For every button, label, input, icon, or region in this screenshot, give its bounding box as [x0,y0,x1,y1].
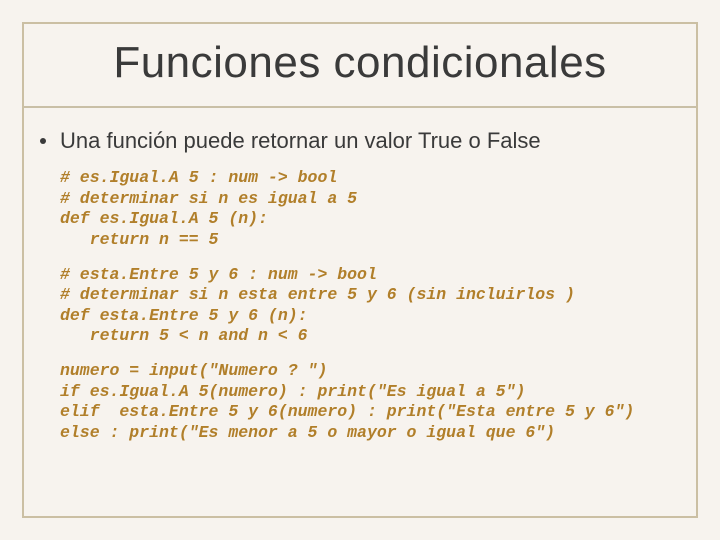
bullet-item: Una función puede retornar un valor True… [38,128,682,154]
slide-body: Una función puede retornar un valor True… [24,128,696,444]
code-block-1: # es.Igual.A 5 : num -> bool # determina… [60,168,682,251]
code-block-3: numero = input("Numero ? ") if es.Igual.… [60,361,682,444]
bullet-dot-icon [40,138,46,144]
code-block-2: # esta.Entre 5 y 6 : num -> bool # deter… [60,265,682,348]
bullet-text: Una función puede retornar un valor True… [60,128,541,154]
slide-frame: Funciones condicionales Una función pued… [22,22,698,518]
slide-title: Funciones condicionales [24,38,696,88]
divider [24,106,696,108]
slide: Funciones condicionales Una función pued… [0,0,720,540]
